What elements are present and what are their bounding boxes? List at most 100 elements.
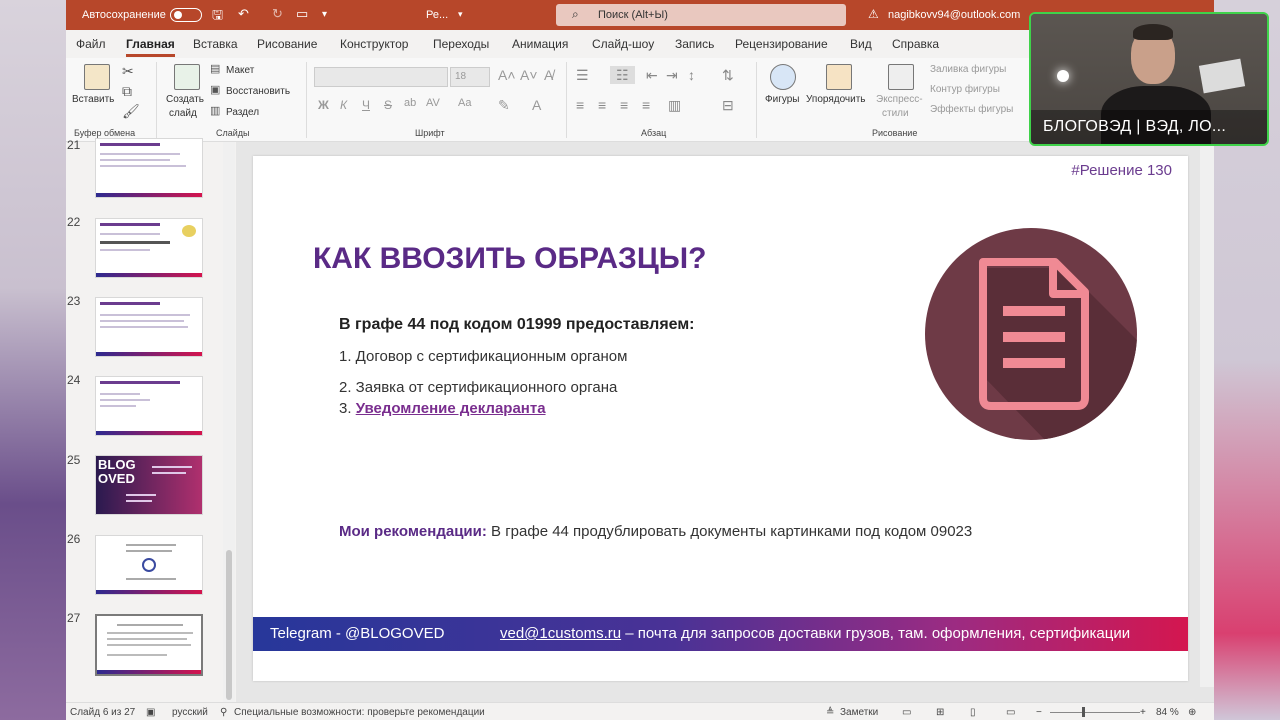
text-direction-icon[interactable]: ⇅ xyxy=(722,68,734,82)
email-link[interactable]: ved@1customs.ru xyxy=(500,625,621,642)
new-slide-icon[interactable] xyxy=(174,64,200,90)
save-icon[interactable]: 🖫 xyxy=(212,6,223,28)
tab-help[interactable]: Справка xyxy=(892,37,939,51)
format-painter-icon[interactable]: 🖌 xyxy=(122,104,140,118)
spellcheck-icon[interactable]: ▣ xyxy=(146,707,155,718)
slide-sorter-icon[interactable]: ⊞ xyxy=(936,707,944,718)
zoom-out-icon[interactable]: − xyxy=(1036,707,1042,718)
zoom-slider[interactable] xyxy=(1050,712,1140,713)
highlight-icon[interactable]: ✎ xyxy=(498,98,510,112)
editor-scrollbar[interactable] xyxy=(1200,142,1214,687)
line-spacing-icon[interactable]: ↕ xyxy=(688,68,695,82)
reset-button[interactable]: Восстановить xyxy=(226,86,290,97)
thumbnails-scrollbar[interactable] xyxy=(223,142,235,702)
tab-insert[interactable]: Вставка xyxy=(193,37,238,51)
align-text-icon[interactable]: ⊟ xyxy=(722,98,734,112)
copy-icon[interactable]: ⧉ xyxy=(122,84,132,98)
shapes-button[interactable]: Фигуры xyxy=(765,94,799,105)
columns-icon[interactable]: ▥ xyxy=(668,98,681,112)
declarant-notice-link[interactable]: Уведомление декларанта xyxy=(356,400,546,417)
arrange-icon[interactable] xyxy=(826,64,852,90)
shape-effects-button[interactable]: Эффекты фигуры xyxy=(930,104,1013,115)
redo-icon[interactable]: ↻ xyxy=(272,6,283,22)
scrollbar-handle[interactable] xyxy=(226,550,232,700)
list-item[interactable]: 2. Заявка от сертификационного органа xyxy=(339,379,617,396)
accessibility-icon[interactable]: ⚲ xyxy=(220,707,227,718)
slide-subtitle[interactable]: В графе 44 под кодом 01999 предоставляем… xyxy=(339,316,695,334)
list-item[interactable]: 1. Договор с сертификационным органом xyxy=(339,348,627,365)
clear-format-icon[interactable]: A̸ xyxy=(544,68,553,82)
slide-thumbnail-22[interactable] xyxy=(95,218,203,278)
align-left-icon[interactable]: ≡ xyxy=(576,98,584,112)
change-case-icon[interactable]: Aa xyxy=(458,98,471,109)
tab-draw[interactable]: Рисование xyxy=(257,37,317,51)
char-spacing-icon[interactable]: AV xyxy=(426,98,440,109)
cut-icon[interactable]: ✂ xyxy=(122,64,134,78)
italic-button[interactable]: К xyxy=(340,98,347,112)
paste-icon[interactable] xyxy=(84,64,110,90)
recommendation[interactable]: Мои рекомендации: В графе 44 продублиров… xyxy=(339,523,972,540)
font-family-select[interactable] xyxy=(314,67,448,87)
telegram-handle[interactable]: Telegram - @BLOGOVED xyxy=(270,625,444,642)
fit-slide-icon[interactable]: ⊕ xyxy=(1188,707,1196,718)
autosave-toggle[interactable] xyxy=(170,8,202,22)
indent-icon[interactable]: ⇥ xyxy=(666,68,678,82)
tab-file[interactable]: Файл xyxy=(76,37,106,51)
bullets-icon[interactable]: ☰ xyxy=(576,68,589,82)
align-right-icon[interactable]: ≡ xyxy=(620,98,628,112)
zoom-slider-handle[interactable] xyxy=(1082,707,1085,717)
normal-view-icon[interactable]: ▭ xyxy=(902,707,911,718)
zoom-level[interactable]: 84 % xyxy=(1156,707,1179,718)
undo-icon[interactable]: ↶ xyxy=(238,6,249,22)
slide-canvas[interactable]: #Решение 130 КАК ВВОЗИТЬ ОБРАЗЦЫ? В граф… xyxy=(253,156,1188,681)
align-center-icon[interactable]: ≡ xyxy=(598,98,606,112)
tab-review[interactable]: Рецензирование xyxy=(735,37,828,51)
quick-styles-label-2[interactable]: стили xyxy=(882,108,909,119)
slide-thumbnail-23[interactable] xyxy=(95,297,203,357)
slide-title[interactable]: КАК ВВОЗИТЬ ОБРАЗЦЫ? xyxy=(313,242,706,276)
tab-design[interactable]: Конструктор xyxy=(340,37,408,51)
paste-button[interactable]: Вставить xyxy=(72,94,114,105)
notes-button[interactable]: Заметки xyxy=(840,707,878,718)
increase-font-icon[interactable]: A˄ xyxy=(498,68,516,82)
account-email[interactable]: nagibkovv94@outlook.com xyxy=(888,9,1020,21)
shadow-icon[interactable]: ab xyxy=(404,98,416,109)
language[interactable]: русский xyxy=(172,707,208,718)
decrease-font-icon[interactable]: A˅ xyxy=(520,68,538,82)
slide-thumbnail-24[interactable] xyxy=(95,376,203,436)
document-icon-circle[interactable] xyxy=(925,228,1137,440)
new-slide-label-2[interactable]: слайд xyxy=(169,108,197,119)
slide-thumbnail-26[interactable] xyxy=(95,535,203,595)
tab-view[interactable]: Вид xyxy=(850,37,872,51)
bold-button[interactable]: Ж xyxy=(318,98,329,112)
slide-tag[interactable]: #Решение 130 xyxy=(1071,162,1172,179)
chevron-down-icon[interactable]: ▾ xyxy=(458,9,463,20)
customize-icon[interactable]: ▾ xyxy=(322,9,327,20)
shape-outline-button[interactable]: Контур фигуры xyxy=(930,84,1000,95)
slide-thumbnail-25[interactable]: BLOG OVED xyxy=(95,455,203,515)
tab-animations[interactable]: Анимация xyxy=(512,37,568,51)
strikethrough-button[interactable]: S xyxy=(384,98,392,112)
warning-icon[interactable]: ⚠ xyxy=(868,7,879,21)
shapes-icon[interactable] xyxy=(770,64,796,90)
underline-button[interactable]: Ч xyxy=(362,98,370,112)
accessibility-status[interactable]: Специальные возможности: проверьте реком… xyxy=(234,707,485,718)
zoom-in-icon[interactable]: + xyxy=(1140,707,1146,718)
quick-styles-label-1[interactable]: Экспресс- xyxy=(876,94,923,105)
list-item[interactable]: 3. Уведомление декларанта xyxy=(339,400,546,417)
reading-view-icon[interactable]: ▯ xyxy=(970,707,976,718)
tab-home[interactable]: Главная xyxy=(126,37,175,57)
slideshow-icon[interactable]: ▭ xyxy=(1006,707,1015,718)
slide-thumbnail-27[interactable] xyxy=(95,614,203,676)
justify-icon[interactable]: ≡ xyxy=(642,98,650,112)
quick-styles-icon[interactable] xyxy=(888,64,914,90)
layout-button[interactable]: Макет xyxy=(226,65,254,76)
numbering-icon[interactable]: ☷ xyxy=(610,66,635,84)
presenter-icon[interactable]: ▭ xyxy=(296,6,308,22)
new-slide-label-1[interactable]: Создать xyxy=(166,94,204,105)
section-button[interactable]: Раздел xyxy=(226,107,259,118)
search-box[interactable]: ⌕ Поиск (Alt+Ы) xyxy=(556,4,846,26)
tab-record[interactable]: Запись xyxy=(675,37,714,51)
slide-thumbnail-21[interactable] xyxy=(95,138,203,198)
font-size-select[interactable]: 18 xyxy=(450,67,490,87)
